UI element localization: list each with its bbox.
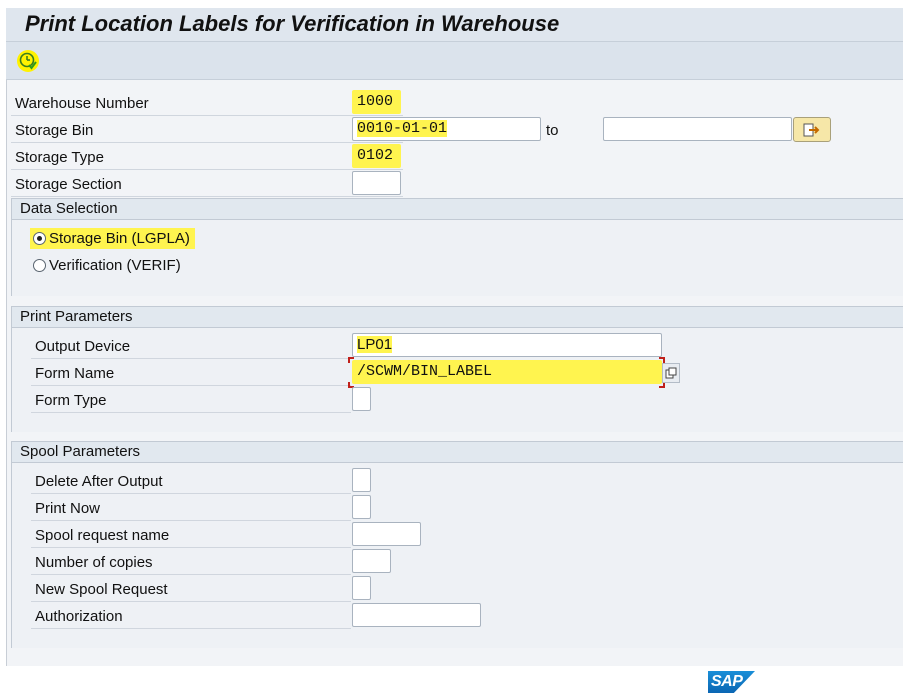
number-of-copies-field[interactable]	[352, 549, 391, 573]
row-divider	[31, 385, 351, 386]
toolbar	[6, 42, 903, 80]
row-divider	[31, 412, 351, 413]
print-parameters-header: Print Parameters	[12, 307, 903, 328]
new-spool-request-label: New Spool Request	[35, 581, 168, 598]
row-divider	[31, 520, 351, 521]
spool-request-name-label: Spool request name	[35, 527, 170, 544]
print-now-label: Print Now	[35, 500, 101, 517]
storage-type-label: Storage Type	[15, 149, 104, 166]
spool-parameters-header: Spool Parameters	[12, 442, 903, 463]
delete-after-output-field[interactable]	[352, 468, 371, 492]
radio-verification[interactable]	[33, 259, 46, 272]
storage-bin-from-value: 0010-01-01	[357, 120, 448, 137]
radio-verification-label[interactable]: Verification (VERIF)	[49, 257, 181, 275]
row-divider	[11, 169, 403, 170]
row-divider	[31, 493, 351, 494]
form-name-field[interactable]: /SCWM/BIN_LABEL	[352, 360, 662, 384]
radio-storage-bin-label[interactable]: Storage Bin (LGPLA)	[49, 230, 190, 248]
sap-logo: SAP	[708, 671, 755, 693]
output-device-label: Output Device	[35, 338, 131, 355]
page-title: Print Location Labels for Verification i…	[25, 11, 560, 36]
row-divider	[31, 601, 351, 602]
row-divider	[11, 115, 403, 116]
execute-button[interactable]	[17, 50, 39, 72]
focus-corner	[348, 357, 354, 363]
row-divider	[31, 574, 351, 575]
new-spool-request-field[interactable]	[352, 576, 371, 600]
radio-storage-bin[interactable]	[33, 232, 46, 245]
spool-parameters-title: Spool Parameters	[20, 443, 141, 460]
sap-logo-text: SAP	[711, 673, 743, 690]
spool-request-name-field[interactable]	[352, 522, 421, 546]
form-name-label: Form Name	[35, 365, 115, 382]
value-help-icon	[665, 367, 677, 379]
multiple-selection-button[interactable]	[793, 117, 831, 142]
print-now-field[interactable]	[352, 495, 371, 519]
storage-bin-to-label: to	[546, 122, 559, 139]
output-device-value: LP01	[357, 336, 393, 353]
multiple-selection-arrow-icon	[803, 123, 820, 136]
data-selection-title: Data Selection	[20, 200, 118, 217]
authorization-label: Authorization	[35, 608, 123, 625]
warehouse-number-label: Warehouse Number	[15, 95, 149, 112]
form-type-field[interactable]	[352, 387, 371, 411]
execute-clock-icon	[19, 52, 37, 70]
form-type-label: Form Type	[35, 392, 107, 409]
delete-after-output-label: Delete After Output	[35, 473, 163, 490]
number-of-copies-label: Number of copies	[35, 554, 153, 571]
output-device-field[interactable]: LP01	[352, 333, 662, 357]
storage-type-field[interactable]: 0102	[352, 144, 401, 168]
row-divider	[31, 628, 351, 629]
data-selection-header: Data Selection	[12, 199, 903, 220]
storage-bin-to-field[interactable]	[603, 117, 792, 141]
value-help-button[interactable]	[662, 363, 680, 383]
authorization-field[interactable]	[352, 603, 481, 627]
title-bar: Print Location Labels for Verification i…	[6, 8, 903, 42]
row-divider	[11, 142, 403, 143]
row-divider	[31, 547, 351, 548]
storage-section-label: Storage Section	[15, 176, 122, 193]
row-divider	[11, 196, 403, 197]
storage-bin-label: Storage Bin	[15, 122, 94, 139]
print-parameters-title: Print Parameters	[20, 308, 133, 325]
storage-section-field[interactable]	[352, 171, 401, 195]
storage-bin-from-field[interactable]: 0010-01-01	[352, 117, 541, 141]
warehouse-number-field[interactable]: 1000	[352, 90, 401, 114]
row-divider	[31, 358, 351, 359]
